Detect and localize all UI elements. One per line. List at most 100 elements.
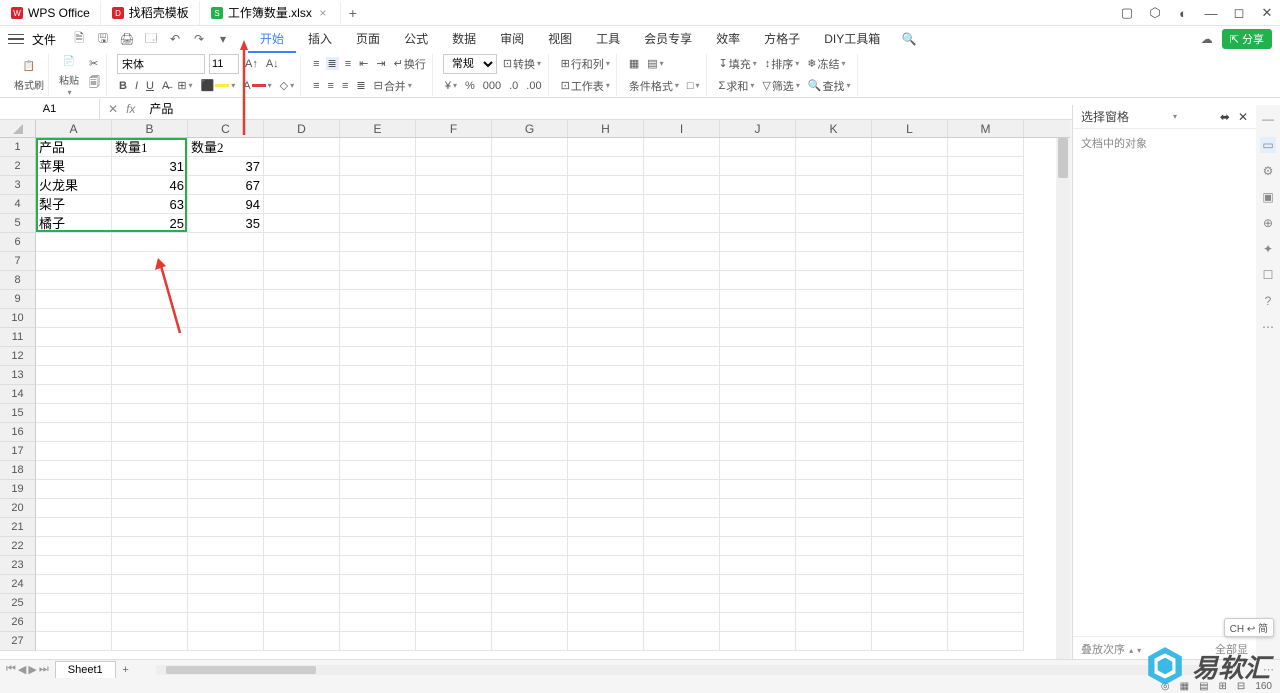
cell[interactable]: [568, 366, 644, 385]
cell[interactable]: [720, 423, 796, 442]
cell[interactable]: 产品: [36, 138, 112, 157]
menu-tab-9[interactable]: 效率: [704, 26, 752, 53]
cell[interactable]: [796, 575, 872, 594]
cell[interactable]: [872, 347, 948, 366]
cell[interactable]: [568, 594, 644, 613]
cell[interactable]: [492, 290, 568, 309]
sheet-next-icon[interactable]: ▶: [28, 663, 36, 676]
cell[interactable]: [948, 442, 1024, 461]
clear-format-icon[interactable]: ◇▾: [278, 79, 296, 92]
cell[interactable]: [720, 575, 796, 594]
cell[interactable]: [264, 252, 340, 271]
row-header[interactable]: 27: [0, 632, 36, 651]
cell[interactable]: [264, 537, 340, 556]
cell[interactable]: [872, 423, 948, 442]
cell[interactable]: [568, 385, 644, 404]
cell[interactable]: [948, 537, 1024, 556]
freeze-button[interactable]: ❄冻结▾: [805, 56, 847, 72]
cell[interactable]: 橘子: [36, 214, 112, 233]
cell[interactable]: [188, 442, 264, 461]
cell[interactable]: 94: [188, 195, 264, 214]
cell[interactable]: [340, 290, 416, 309]
cell[interactable]: [112, 347, 188, 366]
worksheet-button[interactable]: ⊡工作表▾: [559, 78, 612, 94]
cell[interactable]: [416, 347, 492, 366]
cell[interactable]: [872, 518, 948, 537]
cell[interactable]: [644, 442, 720, 461]
cell[interactable]: [340, 157, 416, 176]
cell[interactable]: [188, 632, 264, 651]
cell[interactable]: [492, 613, 568, 632]
wrap-text-button[interactable]: ↵换行: [392, 56, 428, 72]
cell[interactable]: [948, 632, 1024, 651]
sort-button[interactable]: ↕排序▾: [763, 56, 802, 72]
cell[interactable]: [188, 328, 264, 347]
new-tab-button[interactable]: +: [341, 5, 365, 21]
merge-button[interactable]: ⊟合并▾: [372, 78, 414, 94]
cell[interactable]: [644, 385, 720, 404]
cell[interactable]: [720, 176, 796, 195]
row-header[interactable]: 10: [0, 309, 36, 328]
row-header[interactable]: 3: [0, 176, 36, 195]
cell[interactable]: [340, 537, 416, 556]
cell[interactable]: [416, 594, 492, 613]
cell[interactable]: [796, 404, 872, 423]
cell[interactable]: [340, 252, 416, 271]
row-header[interactable]: 19: [0, 480, 36, 499]
cell[interactable]: [644, 480, 720, 499]
cell[interactable]: [796, 176, 872, 195]
cell[interactable]: [264, 309, 340, 328]
cell[interactable]: [872, 328, 948, 347]
cell[interactable]: [112, 423, 188, 442]
currency-icon[interactable]: ¥▾: [443, 80, 459, 92]
cell[interactable]: [416, 423, 492, 442]
cell[interactable]: [36, 537, 112, 556]
indent-right-icon[interactable]: ⇥: [374, 57, 387, 70]
app-tab-wps[interactable]: W WPS Office: [0, 1, 101, 25]
cell[interactable]: [340, 404, 416, 423]
row-header[interactable]: 14: [0, 385, 36, 404]
cell[interactable]: [264, 613, 340, 632]
cell[interactable]: [948, 556, 1024, 575]
cell[interactable]: 数量2: [188, 138, 264, 157]
row-header[interactable]: 1: [0, 138, 36, 157]
cell[interactable]: [948, 347, 1024, 366]
col-header[interactable]: I: [644, 120, 720, 137]
cell[interactable]: [492, 404, 568, 423]
align-top-icon[interactable]: ≡: [311, 58, 321, 70]
row-header[interactable]: 4: [0, 195, 36, 214]
cell[interactable]: [568, 404, 644, 423]
row-header[interactable]: 24: [0, 575, 36, 594]
cell[interactable]: [264, 518, 340, 537]
cell[interactable]: [264, 290, 340, 309]
cell[interactable]: [416, 252, 492, 271]
cell[interactable]: [872, 537, 948, 556]
cell[interactable]: [948, 138, 1024, 157]
cell[interactable]: [796, 195, 872, 214]
cell[interactable]: [720, 556, 796, 575]
ime-badge[interactable]: CH ↩ 简: [1224, 618, 1274, 637]
cell[interactable]: [112, 499, 188, 518]
cell[interactable]: [112, 233, 188, 252]
cell[interactable]: 46: [112, 176, 188, 195]
menu-tab-11[interactable]: DIY工具箱: [812, 26, 892, 53]
cell[interactable]: [568, 556, 644, 575]
cell[interactable]: [264, 328, 340, 347]
cell[interactable]: [720, 138, 796, 157]
menu-tab-0[interactable]: 开始: [248, 26, 296, 53]
cell[interactable]: [340, 461, 416, 480]
app-tab-workbook[interactable]: S 工作簿数量.xlsx ×: [200, 1, 341, 25]
tool-strip-icon[interactable]: ✦: [1260, 241, 1276, 257]
cell[interactable]: [188, 518, 264, 537]
cell[interactable]: [36, 461, 112, 480]
cell[interactable]: [644, 309, 720, 328]
row-header[interactable]: 23: [0, 556, 36, 575]
cell[interactable]: 67: [188, 176, 264, 195]
cell[interactable]: [644, 423, 720, 442]
cell[interactable]: [36, 404, 112, 423]
cell[interactable]: [188, 480, 264, 499]
cell[interactable]: [416, 575, 492, 594]
cell[interactable]: [644, 537, 720, 556]
cell[interactable]: [36, 518, 112, 537]
cell[interactable]: [568, 233, 644, 252]
